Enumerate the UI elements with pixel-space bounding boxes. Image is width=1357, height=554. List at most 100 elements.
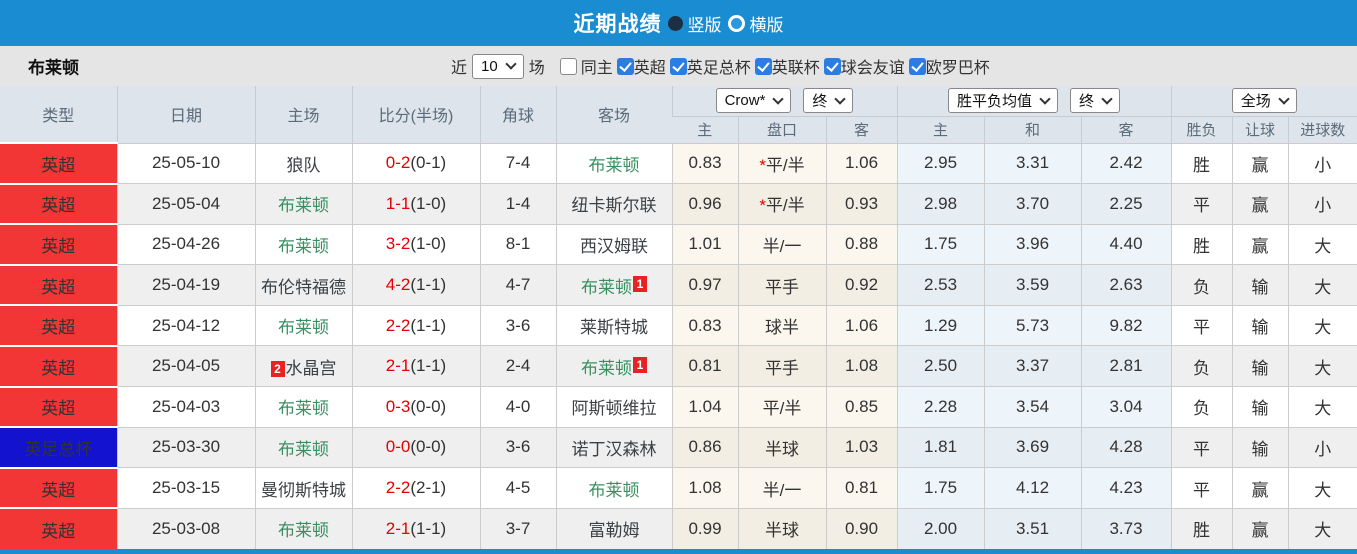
subheader-handicap-line: 盘口 <box>737 115 826 143</box>
same-home-label: 同主 <box>580 60 613 77</box>
games-label: 场 <box>528 60 545 77</box>
table-row: 英超 25-04-03 布莱顿 0-3(0-0) 4-0 阿斯顿维拉 1.04 平/半 0.85… <box>0 385 1357 428</box>
home-team-name[interactable]: 布伦特福德 <box>261 278 346 297</box>
away-team-name[interactable]: 阿斯顿维拉 <box>572 399 657 418</box>
avg-home-odds: 2.50 <box>896 345 985 387</box>
match-date: 25-04-03 <box>116 386 255 428</box>
match-date: 25-04-12 <box>116 304 255 346</box>
result-goals: 大 <box>1287 223 1357 265</box>
home-team-name[interactable]: 狼队 <box>287 156 321 175</box>
handicap-line-text: 半/一 <box>762 236 802 256</box>
league-checkbox-epl[interactable] <box>616 57 634 75</box>
scope-select[interactable]: 全场 <box>1231 88 1297 114</box>
halftime-score: (0-0) <box>410 437 447 457</box>
league-checkbox-friendly[interactable] <box>823 57 841 75</box>
score-cell: 2-2(2-1) <box>351 467 480 509</box>
result-goals: 大 <box>1287 467 1357 509</box>
home-team-name[interactable]: 布莱顿 <box>278 318 329 337</box>
handicap-line: 半/一 <box>737 223 826 265</box>
score-cell: 3-2(1-0) <box>351 223 480 265</box>
avg-draw-odds: 3.37 <box>983 345 1082 387</box>
result-wdl: 负 <box>1170 264 1233 306</box>
away-team-name[interactable]: 布莱顿 <box>589 156 640 175</box>
vertical-layout-radio[interactable] <box>667 15 683 31</box>
home-team-name[interactable]: 布莱顿 <box>278 521 329 540</box>
away-team-cell: 纽卡斯尔联 <box>555 183 672 225</box>
halftime-score: (1-1) <box>410 315 447 335</box>
league-badge: 英足总杯 <box>0 426 117 468</box>
changed-line-star: * <box>759 155 766 175</box>
away-team-name[interactable]: 布莱顿 <box>589 481 640 500</box>
handicap-home-odds: 0.83 <box>671 142 738 184</box>
home-team-name[interactable]: 布莱顿 <box>278 440 329 459</box>
vertical-layout-label[interactable]: 竖版 <box>688 11 722 36</box>
horizontal-layout-label[interactable]: 横版 <box>750 11 784 36</box>
corners-cell: 4-5 <box>479 467 556 509</box>
table-row: 英超 25-05-04 布莱顿 1-1(1-0) 1-4 纽卡斯尔联 0.96 *平/半 0.9… <box>0 182 1357 225</box>
home-rank-badge: 2 <box>270 360 285 377</box>
handicap-home-odds: 0.83 <box>671 304 738 346</box>
fulltime-score: 2-2 <box>385 315 411 335</box>
match-count-select[interactable]: 10 <box>472 53 524 79</box>
away-team-name[interactable]: 莱斯特城 <box>580 318 648 337</box>
away-team-name[interactable]: 富勒姆 <box>589 521 640 540</box>
league-checkbox-europa[interactable] <box>908 57 926 75</box>
handicap-line-text: 半/一 <box>762 480 802 500</box>
home-team-name[interactable]: 布莱顿 <box>278 399 329 418</box>
same-home-checkbox[interactable] <box>559 57 577 75</box>
home-team-name[interactable]: 布莱顿 <box>278 196 329 215</box>
subheader-avg-draw: 和 <box>983 115 1082 143</box>
handicap-line: 半球 <box>737 426 826 468</box>
result-wdl: 负 <box>1170 345 1233 387</box>
handicap-line-text: 平/半 <box>762 399 802 419</box>
handicap-home-odds: 1.08 <box>671 467 738 509</box>
result-handicap: 赢 <box>1231 183 1289 225</box>
recent-results-panel: 近期战绩 竖版 横版 布莱顿 近 10 场 同主 英超 英足总杯 英联杯 球会友… <box>0 0 1357 554</box>
avg-draw-odds: 3.51 <box>983 507 1082 549</box>
avg-odds-select[interactable]: 胜平负均值 <box>948 88 1059 114</box>
result-handicap: 输 <box>1231 386 1289 428</box>
handicap-home-odds: 0.86 <box>671 426 738 468</box>
home-team-name[interactable]: 曼彻斯特城 <box>261 481 346 500</box>
away-team-cell: 布莱顿 1 <box>555 264 672 306</box>
away-team-name[interactable]: 纽卡斯尔联 <box>572 196 657 215</box>
subheader-avg-away: 客 <box>1080 115 1172 143</box>
header-away: 客场 <box>555 86 672 143</box>
handicap-line: *平/半 <box>737 183 826 225</box>
league-badge: 英超 <box>0 142 117 184</box>
away-team-name[interactable]: 诺丁汉森林 <box>572 440 657 459</box>
result-goals: 小 <box>1287 426 1357 468</box>
halftime-score: (1-0) <box>410 193 447 213</box>
handicap-line: 半/一 <box>737 467 826 509</box>
league-checkbox-eflcup[interactable] <box>754 57 772 75</box>
table-row: 英超 25-04-19 布伦特福德 4-2(1-1) 4-7 布莱顿 1 0.97 平手 0.92… <box>0 263 1357 306</box>
handicap-line: 球半 <box>737 304 826 346</box>
result-wdl: 平 <box>1170 304 1233 346</box>
away-team-cell: 布莱顿 <box>555 467 672 509</box>
home-team-cell: 布莱顿 <box>254 304 352 346</box>
table-row: 英超 25-03-08 布莱顿 2-1(1-1) 3-7 富勒姆 0.99 半球 0.90 2.0… <box>0 507 1357 549</box>
away-team-name[interactable]: 布莱顿 <box>581 359 632 378</box>
handicap-line-text: 球半 <box>765 318 799 338</box>
league-checkbox-facup[interactable] <box>669 57 687 75</box>
fulltime-score: 1-1 <box>385 193 411 213</box>
score-cell: 0-2(0-1) <box>351 142 480 184</box>
table-row: 英超 25-05-10 狼队 0-2(0-1) 7-4 布莱顿 0.83 *平/半 1.06 2.… <box>0 142 1357 184</box>
avg-draw-odds: 3.96 <box>983 223 1082 265</box>
avg-home-odds: 1.81 <box>896 426 985 468</box>
halftime-score: (1-1) <box>410 518 447 538</box>
home-team-cell: 曼彻斯特城 <box>254 467 352 509</box>
horizontal-layout-radio[interactable] <box>727 14 745 32</box>
odds-period-select[interactable]: 终 <box>803 88 854 114</box>
result-handicap: 赢 <box>1231 467 1289 509</box>
result-wdl: 平 <box>1170 183 1233 225</box>
away-team-name[interactable]: 西汉姆联 <box>580 237 648 256</box>
away-team-name[interactable]: 布莱顿 <box>581 278 632 297</box>
avg-draw-odds: 4.12 <box>983 467 1082 509</box>
score-cell: 2-2(1-1) <box>351 304 480 346</box>
avg-draw-odds: 3.31 <box>983 142 1082 184</box>
odds-company-select[interactable]: Crow* <box>715 88 792 114</box>
avg-period-select[interactable]: 终 <box>1070 88 1121 114</box>
home-team-name[interactable]: 水晶宫 <box>286 359 337 378</box>
home-team-name[interactable]: 布莱顿 <box>278 237 329 256</box>
